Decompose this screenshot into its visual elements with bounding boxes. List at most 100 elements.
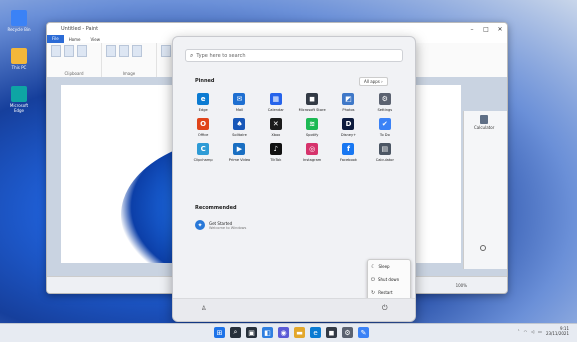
pinned-app-mail[interactable]: ✉ Mail [221, 93, 257, 112]
calculator-label: Calculator [474, 125, 495, 130]
pinned-app-settings[interactable]: ⚙ Settings [367, 93, 403, 112]
app-label: Solitaire [232, 133, 247, 137]
ribbon-tool-icon[interactable] [119, 45, 129, 57]
app-label: Mail [235, 108, 244, 112]
taskbar-settings-icon[interactable]: ⚙ [342, 327, 353, 338]
pinned-app-prime-video[interactable]: ▶ Prime Video [221, 143, 257, 162]
app-label: Instagram [303, 158, 322, 162]
taskbar-store-icon[interactable]: ◼ [326, 327, 337, 338]
app-icon: ▦ [269, 93, 282, 105]
power-option-shut-down[interactable]: ⏻ Shut down [368, 273, 410, 286]
power-option-label: Shut down [377, 277, 400, 282]
taskbar-edge-icon[interactable]: e [310, 327, 321, 338]
app-icon: ♠ [233, 118, 246, 130]
ribbon-tool-icon[interactable] [77, 45, 87, 57]
pinned-heading: Pinned [195, 78, 215, 84]
taskbar-task-view-icon[interactable]: ▣ [246, 327, 257, 338]
taskbar-widgets-icon[interactable]: ◧ [262, 327, 273, 338]
power-option-label: Restart [378, 290, 393, 295]
maximize-icon[interactable]: □ [479, 26, 493, 33]
calculator-icon [480, 115, 489, 124]
pinned-app-to-do[interactable]: ✔ To Do [367, 118, 403, 137]
pinned-app-edge[interactable]: e Edge [185, 93, 221, 112]
wifi-icon[interactable]: ◠ [524, 329, 528, 334]
pinned-app-microsoft-store[interactable]: ◼ Microsoft Store [294, 93, 330, 112]
app-label: Calendar [267, 108, 284, 112]
pinned-app-office[interactable]: O Office [185, 118, 221, 137]
power-option-sleep[interactable]: ☾ Sleep [368, 260, 410, 273]
pinned-app-calculator[interactable]: ▤ Calculator [367, 143, 403, 162]
app-label: Clipchamp [193, 158, 213, 162]
app-icon: ✉ [233, 93, 246, 105]
desktop-app-icon [11, 86, 27, 102]
rec-subtitle: Welcome to Windows [209, 225, 247, 230]
close-icon[interactable]: ✕ [493, 26, 507, 33]
ribbon-tool-icon[interactable] [106, 45, 116, 57]
tab-file[interactable]: File [47, 35, 64, 43]
pinned-app-clipchamp[interactable]: C Clipchamp [185, 143, 221, 162]
tab-home[interactable]: Home [64, 37, 86, 42]
taskbar: ⊞ ⌕ ▣ ◧ ◉ ▬ e ◼ ⚙ ✎ ˄ ◠ ◁ ▭ 9:11 23/11/2021 [0, 323, 577, 342]
ribbon-group: Clipboard [47, 43, 102, 77]
paint-title-bar[interactable]: Untitled - Paint – □ ✕ [47, 23, 507, 35]
ribbon-tool-icon[interactable] [161, 45, 171, 57]
taskbar-search-icon[interactable]: ⌕ [230, 327, 241, 338]
pinned-app-solitaire[interactable]: ♠ Solitaire [221, 118, 257, 137]
power-option-label: Sleep [378, 264, 390, 269]
pinned-app-photos[interactable]: ◩ Photos [330, 93, 366, 112]
calculator-window[interactable]: Calculator [463, 111, 507, 269]
ribbon-group-label: Image [122, 71, 136, 76]
battery-icon[interactable]: ▭ [538, 329, 542, 334]
pinned-app-spotify[interactable]: ≋ Spotify [294, 118, 330, 137]
desktop-icon[interactable]: Recycle Bin [5, 10, 33, 32]
desktop-icon-label: Recycle Bin [7, 27, 31, 32]
circle-button[interactable] [480, 245, 486, 251]
app-label: Prime Video [228, 158, 251, 162]
tab-view[interactable]: View [86, 37, 106, 42]
app-icon: D [342, 118, 355, 130]
pinned-app-instagram[interactable]: ◎ Instagram [294, 143, 330, 162]
app-icon: ✕ [269, 118, 282, 130]
window-title: Untitled - Paint [61, 26, 99, 32]
all-apps-button[interactable]: All apps › [359, 77, 388, 86]
app-icon: ◼ [306, 93, 319, 105]
pinned-app-facebook[interactable]: f Facebook [330, 143, 366, 162]
pinned-app-calendar[interactable]: ▦ Calendar [258, 93, 294, 112]
ribbon-tool-icon[interactable] [51, 45, 61, 57]
chevron-up-icon[interactable]: ˄ [518, 329, 520, 334]
ribbon-group: Image [102, 43, 157, 77]
app-label: Office [197, 133, 209, 137]
app-icon: ⚙ [378, 93, 391, 105]
app-icon: f [342, 143, 355, 155]
taskbar-paint-icon[interactable]: ✎ [358, 327, 369, 338]
app-label: Edge [198, 108, 208, 112]
get-started-icon: ✦ [195, 220, 205, 230]
desktop-icon[interactable]: This PC [5, 48, 33, 70]
app-icon: ≋ [306, 118, 319, 130]
recommended-item[interactable]: ✦ Get Started Welcome to Windows [195, 220, 246, 230]
taskbar-file-explorer-icon[interactable]: ▬ [294, 327, 305, 338]
ribbon-tool-icon[interactable] [64, 45, 74, 57]
minimize-icon[interactable]: – [465, 26, 479, 33]
pinned-app-tiktok[interactable]: ♪ TikTok [258, 143, 294, 162]
volume-icon[interactable]: ◁ [531, 329, 534, 334]
system-tray: ˄ ◠ ◁ ▭ 9:11 23/11/2021 [518, 326, 569, 336]
taskbar-chat-icon[interactable]: ◉ [278, 327, 289, 338]
ribbon-tool-icon[interactable] [132, 45, 142, 57]
pinned-app-xbox[interactable]: ✕ Xbox [258, 118, 294, 137]
clock[interactable]: 9:11 23/11/2021 [546, 326, 569, 336]
desktop-icon[interactable]: Microsoft Edge [5, 86, 33, 113]
taskbar-start-icon[interactable]: ⊞ [214, 327, 225, 338]
app-icon: ◎ [306, 143, 319, 155]
user-icon[interactable]: ♙ [201, 305, 206, 312]
start-menu[interactable]: ⌕ Type here to search Pinned All apps › … [172, 36, 416, 322]
app-icon: C [197, 143, 210, 155]
pinned-app-disney-[interactable]: D Disney+ [330, 118, 366, 137]
app-icon: ▤ [378, 143, 391, 155]
start-footer: ♙ ⏻ [173, 298, 415, 321]
power-icon[interactable]: ⏻ [382, 304, 388, 313]
taskbar-apps: ⊞ ⌕ ▣ ◧ ◉ ▬ e ◼ ⚙ ✎ [214, 327, 369, 338]
app-label: To Do [379, 133, 390, 137]
app-icon: ◩ [342, 93, 355, 105]
search-input[interactable]: ⌕ Type here to search [185, 49, 403, 62]
